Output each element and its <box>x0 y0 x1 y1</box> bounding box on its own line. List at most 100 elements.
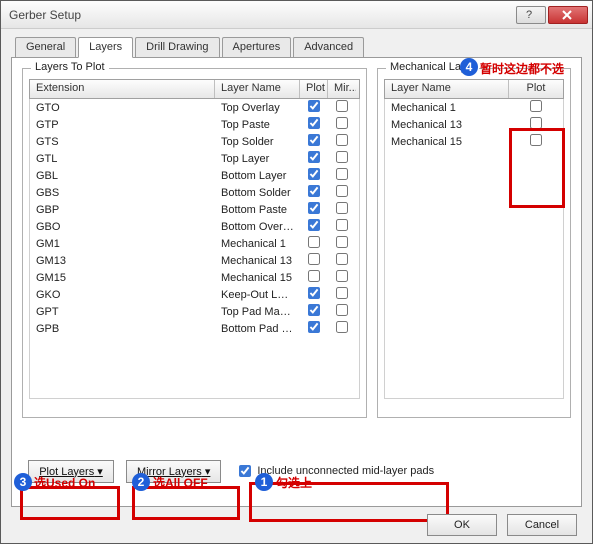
cell-layer-name: Mechanical 13 <box>215 255 300 267</box>
plot-checkbox[interactable] <box>308 321 320 333</box>
mech-plot-checkbox[interactable] <box>530 100 542 112</box>
annotation-text-4: 暂时这边都不选 <box>480 60 564 77</box>
table-row[interactable]: Mechanical 1 <box>385 99 563 116</box>
annotation-text-1: 勾选上 <box>276 474 312 491</box>
plot-checkbox[interactable] <box>308 202 320 214</box>
help-button[interactable]: ? <box>516 6 546 24</box>
cell-plot <box>300 287 328 302</box>
table-row[interactable]: GPTTop Pad Master <box>30 303 359 320</box>
mirror-checkbox[interactable] <box>336 185 348 197</box>
plot-checkbox[interactable] <box>308 304 320 316</box>
cell-plot <box>300 185 328 200</box>
cell-extension: GBO <box>30 221 215 233</box>
plot-checkbox[interactable] <box>308 287 320 299</box>
mirror-checkbox[interactable] <box>336 134 348 146</box>
col-mech-layer-name[interactable]: Layer Name <box>385 80 509 98</box>
plot-checkbox[interactable] <box>308 117 320 129</box>
table-row[interactable]: GTLTop Layer <box>30 150 359 167</box>
cell-mirror <box>328 185 356 200</box>
cell-layer-name: Top Pad Master <box>215 306 300 318</box>
include-unconnected-checkbox[interactable] <box>239 465 251 477</box>
titlebar: Gerber Setup ? <box>1 1 592 29</box>
table-row[interactable]: GM1Mechanical 1 <box>30 235 359 252</box>
table-row[interactable]: Mechanical 15 <box>385 133 563 150</box>
plot-checkbox[interactable] <box>308 185 320 197</box>
table-row[interactable]: GTPTop Paste <box>30 116 359 133</box>
tab-general[interactable]: General <box>15 37 76 58</box>
cell-mirror <box>328 202 356 217</box>
cell-plot <box>300 168 328 183</box>
table-row[interactable]: GBSBottom Solder <box>30 184 359 201</box>
mirror-checkbox[interactable] <box>336 270 348 282</box>
cell-mirror <box>328 304 356 319</box>
cell-mech-plot <box>509 134 563 149</box>
mirror-checkbox[interactable] <box>336 100 348 112</box>
cell-plot <box>300 219 328 234</box>
cell-mirror <box>328 168 356 183</box>
col-mirror[interactable]: Mir... <box>328 80 356 98</box>
close-button[interactable] <box>548 6 588 24</box>
plot-checkbox[interactable] <box>308 100 320 112</box>
mirror-checkbox[interactable] <box>336 321 348 333</box>
ok-button[interactable]: OK <box>427 514 497 536</box>
cell-extension: GPB <box>30 323 215 335</box>
annotation-circle-1: 1 <box>255 473 273 491</box>
cell-extension: GBL <box>30 170 215 182</box>
mirror-checkbox[interactable] <box>336 253 348 265</box>
mirror-checkbox[interactable] <box>336 236 348 248</box>
mechanical-layers-group: Mechanical Lay... Layer Name Plot Mechan… <box>377 68 571 418</box>
col-extension[interactable]: Extension <box>30 80 215 98</box>
mirror-checkbox[interactable] <box>336 287 348 299</box>
table-row[interactable]: GM13Mechanical 13 <box>30 252 359 269</box>
table-row[interactable]: GPBBottom Pad Master <box>30 320 359 337</box>
cell-layer-name: Keep-Out Layer <box>215 289 300 301</box>
cancel-button[interactable]: Cancel <box>507 514 577 536</box>
tab-apertures[interactable]: Apertures <box>222 37 292 58</box>
plot-checkbox[interactable] <box>308 236 320 248</box>
plot-checkbox[interactable] <box>308 168 320 180</box>
table-row[interactable]: GTOTop Overlay <box>30 99 359 116</box>
plot-checkbox[interactable] <box>308 253 320 265</box>
mech-plot-checkbox[interactable] <box>530 117 542 129</box>
cell-mech-layer-name: Mechanical 15 <box>385 136 509 148</box>
plot-checkbox[interactable] <box>308 151 320 163</box>
col-plot[interactable]: Plot <box>300 80 328 98</box>
tab-drill-drawing[interactable]: Drill Drawing <box>135 37 219 58</box>
annotation-circle-2: 2 <box>132 473 150 491</box>
table-row[interactable]: Mechanical 13 <box>385 116 563 133</box>
table-row[interactable]: GKOKeep-Out Layer <box>30 286 359 303</box>
mirror-checkbox[interactable] <box>336 168 348 180</box>
cell-mech-plot <box>509 117 563 132</box>
tab-advanced[interactable]: Advanced <box>293 37 364 58</box>
cell-layer-name: Mechanical 15 <box>215 272 300 284</box>
cell-plot <box>300 117 328 132</box>
mirror-checkbox[interactable] <box>336 151 348 163</box>
mirror-checkbox[interactable] <box>336 304 348 316</box>
table-row[interactable]: GBOBottom Overlay <box>30 218 359 235</box>
cell-layer-name: Bottom Overlay <box>215 221 300 233</box>
mirror-checkbox[interactable] <box>336 202 348 214</box>
col-layer-name[interactable]: Layer Name <box>215 80 300 98</box>
plot-checkbox[interactable] <box>308 219 320 231</box>
table-row[interactable]: GBLBottom Layer <box>30 167 359 184</box>
table-row[interactable]: GTSTop Solder <box>30 133 359 150</box>
cell-extension: GM1 <box>30 238 215 250</box>
cell-plot <box>300 321 328 336</box>
table-row[interactable]: GBPBottom Paste <box>30 201 359 218</box>
plot-checkbox[interactable] <box>308 134 320 146</box>
window-title: Gerber Setup <box>9 8 514 22</box>
mech-plot-checkbox[interactable] <box>530 134 542 146</box>
annotation-circle-4: 4 <box>460 58 478 76</box>
plot-checkbox[interactable] <box>308 270 320 282</box>
cell-mirror <box>328 219 356 234</box>
table-row[interactable]: GM15Mechanical 15 <box>30 269 359 286</box>
mirror-checkbox[interactable] <box>336 117 348 129</box>
cell-extension: GTP <box>30 119 215 131</box>
cell-extension: GBS <box>30 187 215 199</box>
cell-plot <box>300 236 328 251</box>
tab-layers[interactable]: Layers <box>78 37 133 58</box>
annotation-text-3: 选Used On <box>34 474 95 491</box>
cell-layer-name: Bottom Pad Master <box>215 323 300 335</box>
mirror-checkbox[interactable] <box>336 219 348 231</box>
col-mech-plot[interactable]: Plot <box>509 80 563 98</box>
